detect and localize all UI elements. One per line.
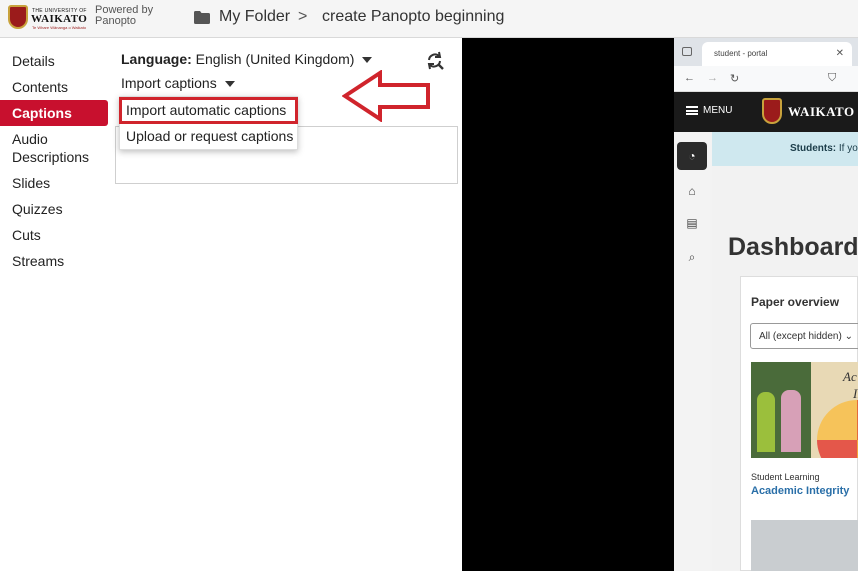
dashboard-icon: ◔ [677,142,707,170]
site-crest-icon [762,98,782,124]
course-category: Student Learning [751,472,820,482]
course-image-figure-1 [757,392,775,452]
shield-icon: ⛉ [828,72,837,84]
tab-cuts[interactable]: Cuts [0,222,108,248]
course-image-text-line-1: Ac [843,369,857,384]
sync-search-icon[interactable] [425,51,445,71]
tab-slides[interactable]: Slides [0,170,108,196]
filter-value: All (except hidden) [759,331,842,342]
site-menu-button: MENU [686,105,732,116]
caret-down-icon [362,57,373,64]
import-captions-button[interactable]: Import captions [121,75,235,91]
language-label: Language: [121,51,192,67]
course-image-figure-2 [781,390,801,452]
powered-by: Powered by Panopto [95,5,165,27]
browser-tab: student - portal ✕ [702,42,852,66]
tab-quizzes[interactable]: Quizzes [0,196,108,222]
crest-icon [8,5,28,29]
banner-text: If yo [838,143,858,154]
tab-details[interactable]: Details [0,48,108,74]
powered-by-line-2: Panopto [95,15,136,27]
browser-tab-bar: student - portal ✕ [674,38,858,66]
course-link: Academic Integrity [751,485,850,497]
reload-icon: ↻ [730,73,740,85]
logo-name: WAIKATO [31,13,88,25]
card-title: Paper overview [751,295,840,309]
course-image-text: Ac In [843,368,858,402]
filter-select: All (except hidden) ⌄ [750,323,858,349]
logo-motto: Te Whare Wānanga o Waikato [32,25,87,30]
site-header: MENU WAIKATO [674,92,858,132]
recorded-browser-screenshot: student - portal ✕ ← → ↻ ⛉ MENU WAIKATO … [674,38,858,571]
close-icon: ✕ [835,48,844,59]
course-image-text-line-2: In [853,386,858,401]
video-preview[interactable]: student - portal ✕ ← → ↻ ⛉ MENU WAIKATO … [462,38,858,571]
breadcrumb-session: create Panopto beginning [322,8,505,25]
tab-captions[interactable]: Captions [0,100,108,126]
top-bar: THE UNIVERSITY OF WAIKATO Te Whare Wānan… [0,0,858,38]
back-icon: ← [684,72,695,84]
graduation-cap-icon: ⌂ [688,184,696,198]
clipboard-icon: ▤ [686,216,698,230]
caret-down-icon [224,81,235,88]
search-icon: ⌕ [688,250,696,264]
import-captions-menu: Import automatic captions Upload or requ… [119,96,298,150]
annotation-arrow-icon [342,70,430,122]
tab-streams[interactable]: Streams [0,248,108,274]
paper-overview-card: Paper overview All (except hidden) ⌄ Ac … [740,276,858,571]
waikato-logo[interactable]: THE UNIVERSITY OF WAIKATO Te Whare Wānan… [8,5,88,31]
forward-icon: → [707,72,718,84]
tab-contents[interactable]: Contents [0,74,108,100]
site-menu-label: MENU [703,105,733,116]
dashboard-title: Dashboard [728,233,858,261]
hamburger-icon [686,105,698,115]
tab-audio-descriptions[interactable]: Audio Descriptions [0,126,108,170]
course-image-2 [751,520,858,571]
site-sidebar: ◔ ⌂ ▤ ⌕ [674,132,712,571]
window-icon [682,47,692,56]
menu-item-import-automatic-captions[interactable]: Import automatic captions [119,97,298,124]
site-name: WAIKATO [788,104,855,119]
site-banner: Students: If yo [712,132,858,166]
browser-address-bar: ← → ↻ ⛉ [674,66,858,92]
banner-bold: Students: [790,143,837,154]
breadcrumb-separator: > [298,8,308,25]
editor-tabs: Details Contents Captions Audio Descript… [0,48,108,274]
course-image: Ac In [751,362,858,458]
browser-tab-title: student - portal [714,49,768,58]
breadcrumb-folder[interactable]: My Folder [219,8,290,26]
menu-item-upload-or-request-captions[interactable]: Upload or request captions [120,124,297,149]
language-value: English (United Kingdom) [195,51,355,67]
course-image-wheel [817,400,858,458]
folder-icon [194,11,210,24]
import-captions-label: Import captions [121,75,217,91]
language-selector[interactable]: Language: English (United Kingdom) [121,51,373,67]
